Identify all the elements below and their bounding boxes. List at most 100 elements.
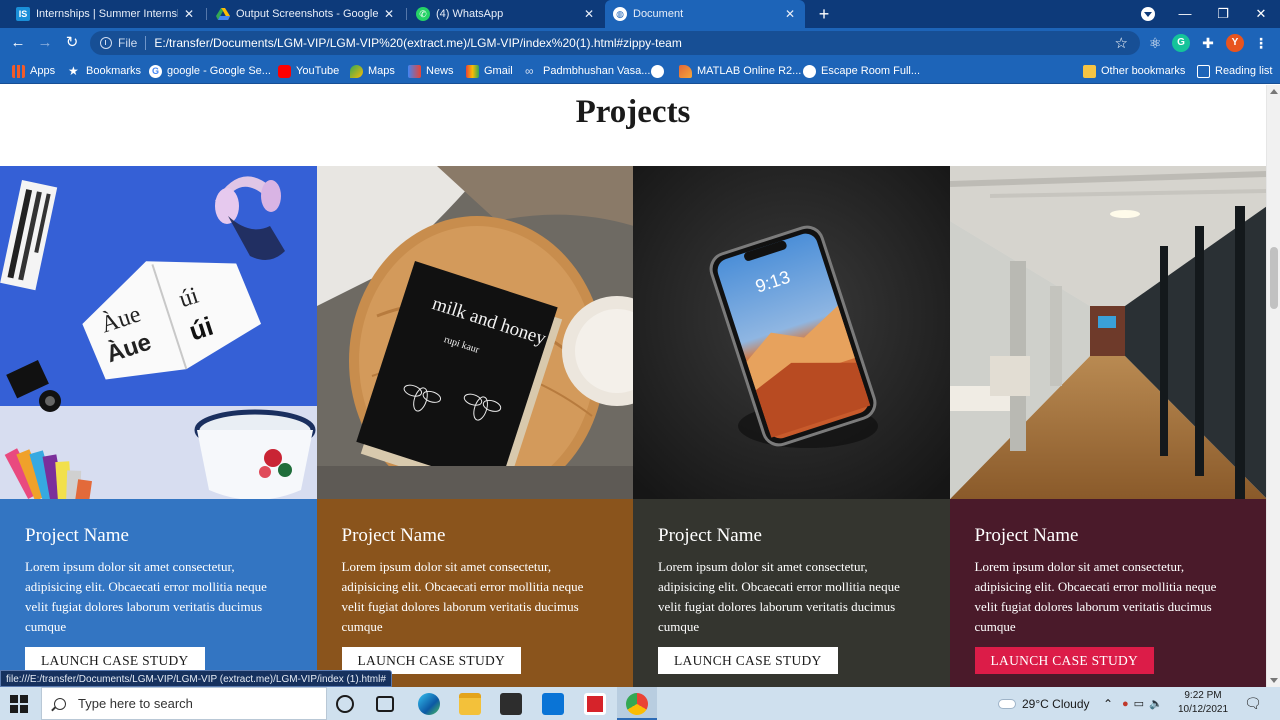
react-devtools-icon[interactable]: ⚛ (1146, 34, 1164, 52)
tray-chevron-up-icon[interactable]: ⌃ (1103, 687, 1113, 720)
project-card: 9:13 Project Name Lorem ipsum dolor sit … (633, 166, 950, 687)
back-arrow-icon[interactable]: ← (8, 33, 28, 53)
taskbar-clock[interactable]: 9:22 PM 10/12/2021 (1178, 689, 1228, 717)
news-icon (408, 64, 421, 78)
project-card-body: Project Name Lorem ipsum dolor sit amet … (316, 499, 633, 687)
bookmark-escape-room[interactable]: Escape Room Full... (803, 63, 920, 79)
menu-kebab-icon[interactable]: ⋮ (1252, 34, 1270, 52)
extensions-puzzle-icon[interactable]: ✚ (1199, 34, 1217, 52)
cloud-icon (998, 698, 1016, 709)
bookmark-padmbhushan[interactable]: ∞ Padmbhushan Vasa... (525, 63, 650, 79)
apps-grid-icon (12, 64, 25, 78)
close-tab-icon[interactable]: ✕ (582, 7, 596, 21)
globe-icon (651, 64, 664, 78)
windows-taskbar: Type here to search 29°C Cloudy ⌃ ● ▭ 🔈 … (0, 687, 1280, 720)
address-bar[interactable]: File E:/transfer/Documents/LGM-VIP/LGM-V… (90, 31, 1140, 55)
bookmark-globe[interactable] (651, 63, 669, 79)
tab-internships[interactable]: IS Internships | Summer Internship ✕ (8, 0, 204, 28)
bookmark-news[interactable]: News (408, 63, 454, 79)
bookmark-star-icon[interactable]: ☆ (1115, 34, 1128, 52)
project-photo-office (949, 166, 1266, 499)
grammarly-icon[interactable]: G (1172, 34, 1190, 52)
scroll-up-arrow-icon[interactable] (1270, 89, 1278, 94)
taskbar-search-placeholder: Type here to search (78, 696, 193, 711)
address-scheme-label: File (118, 36, 147, 50)
scroll-down-arrow-icon[interactable] (1270, 678, 1278, 683)
windows-start-icon[interactable] (10, 695, 28, 713)
tab-document[interactable]: ◍ Document ✕ (605, 0, 805, 28)
mail-icon[interactable] (542, 693, 564, 715)
bookmark-matlab[interactable]: MATLAB Online R2... (679, 63, 801, 79)
cortana-icon[interactable] (336, 695, 354, 713)
antivirus-icon: ● (1122, 697, 1129, 710)
matlab-icon (679, 64, 692, 78)
bookmark-gmail[interactable]: Gmail (466, 63, 513, 79)
star-icon: ★ (68, 63, 79, 78)
forward-arrow-icon[interactable]: → (35, 33, 55, 53)
tab-title: Document (633, 8, 684, 20)
notification-center-icon[interactable]: 🗨 (1244, 687, 1262, 720)
close-tab-icon[interactable]: ✕ (182, 7, 196, 21)
bookmark-youtube[interactable]: YouTube (278, 63, 339, 79)
close-tab-icon[interactable]: ✕ (382, 7, 396, 21)
globe-icon (803, 64, 816, 78)
bookmark-bookmarks[interactable]: ★ Bookmarks (68, 63, 141, 79)
clock-time: 9:22 PM (1184, 690, 1222, 701)
bookmark-reading-list[interactable]: Reading list (1197, 63, 1272, 79)
page-viewport: Projects Àue úi Àue úi Project Name Lore… (0, 85, 1266, 687)
project-card-body: Project Name Lorem ipsum dolor sit amet … (633, 499, 950, 687)
project-name: Project Name (25, 525, 129, 546)
tab-google-drive[interactable]: Output Screenshots - Google Dri ✕ (208, 0, 404, 28)
browser-toolbar: ← → ↻ File E:/transfer/Documents/LGM-VIP… (0, 28, 1280, 58)
gmail-icon (466, 64, 479, 78)
project-description: Lorem ipsum dolor sit amet consectetur, … (974, 559, 1217, 634)
task-view-icon[interactable] (376, 696, 394, 712)
project-name: Project Name (658, 525, 762, 546)
gift-app-icon[interactable] (584, 693, 606, 715)
launch-case-study-button[interactable]: LAUNCH CASE STUDY (974, 647, 1155, 674)
bookmark-other[interactable]: Other bookmarks (1083, 63, 1185, 79)
launch-case-study-button[interactable]: LAUNCH CASE STUDY (658, 647, 838, 674)
project-description: Lorem ipsum dolor sit amet consectetur, … (341, 559, 584, 634)
taskbar-search-box[interactable]: Type here to search (41, 687, 327, 720)
new-tab-button[interactable]: + (814, 4, 834, 24)
browser-tab-strip: IS Internships | Summer Internship ✕ Out… (0, 0, 1280, 28)
tab-title: (4) WhatsApp (436, 8, 504, 20)
close-tab-icon[interactable]: ✕ (783, 7, 797, 21)
tab-separator (406, 8, 407, 20)
project-card-body: Project Name Lorem ipsum dolor sit amet … (949, 499, 1266, 687)
google-icon: G (149, 64, 162, 78)
project-photo-typography: Àue úi Àue úi (0, 166, 317, 499)
bookmarks-bar: Apps ★ Bookmarks Ggoogle - Google Se... Y… (0, 58, 1280, 84)
bookmark-apps[interactable]: Apps (12, 63, 55, 79)
page-scrollbar[interactable] (1266, 85, 1280, 687)
bookmark-google[interactable]: Ggoogle - Google Se... (149, 63, 271, 79)
minimize-icon[interactable]: — (1166, 0, 1204, 28)
project-photo-phone: 9:13 (633, 166, 950, 499)
tab-separator (206, 8, 207, 20)
reload-icon[interactable]: ↻ (62, 33, 82, 53)
tray-icons[interactable]: ● ▭ 🔈 (1122, 687, 1163, 720)
chrome-icon[interactable] (626, 693, 648, 715)
project-card-body: Project Name Lorem ipsum dolor sit amet … (0, 499, 317, 687)
project-card: Àue úi Àue úi Project Name Lorem ipsum d… (0, 166, 317, 687)
weather-widget[interactable]: 29°C Cloudy (998, 687, 1090, 720)
scrollbar-thumb[interactable] (1270, 247, 1278, 309)
weather-text: 29°C Cloudy (1022, 696, 1090, 711)
tab-whatsapp[interactable]: ✆ (4) WhatsApp ✕ (408, 0, 604, 28)
maximize-icon[interactable]: ❐ (1204, 0, 1242, 28)
page-title: Projects (575, 94, 691, 130)
project-description: Lorem ipsum dolor sit amet consectetur, … (25, 559, 267, 634)
microsoft-store-icon[interactable] (500, 693, 522, 715)
project-card: Project Name Lorem ipsum dolor sit amet … (949, 166, 1266, 687)
profile-avatar[interactable]: Y (1226, 34, 1244, 52)
edge-icon[interactable] (418, 693, 440, 715)
tab-title: Internships | Summer Internship (36, 8, 178, 20)
close-window-icon[interactable]: ✕ (1242, 0, 1280, 28)
tab-search-icon[interactable] (1141, 7, 1155, 21)
file-explorer-icon[interactable] (459, 693, 481, 715)
info-icon[interactable] (100, 37, 112, 49)
bookmark-maps[interactable]: Maps (350, 63, 395, 79)
address-url[interactable]: E:/transfer/Documents/LGM-VIP/LGM-VIP%20… (154, 36, 682, 50)
volume-icon: 🔈 (1149, 698, 1163, 710)
